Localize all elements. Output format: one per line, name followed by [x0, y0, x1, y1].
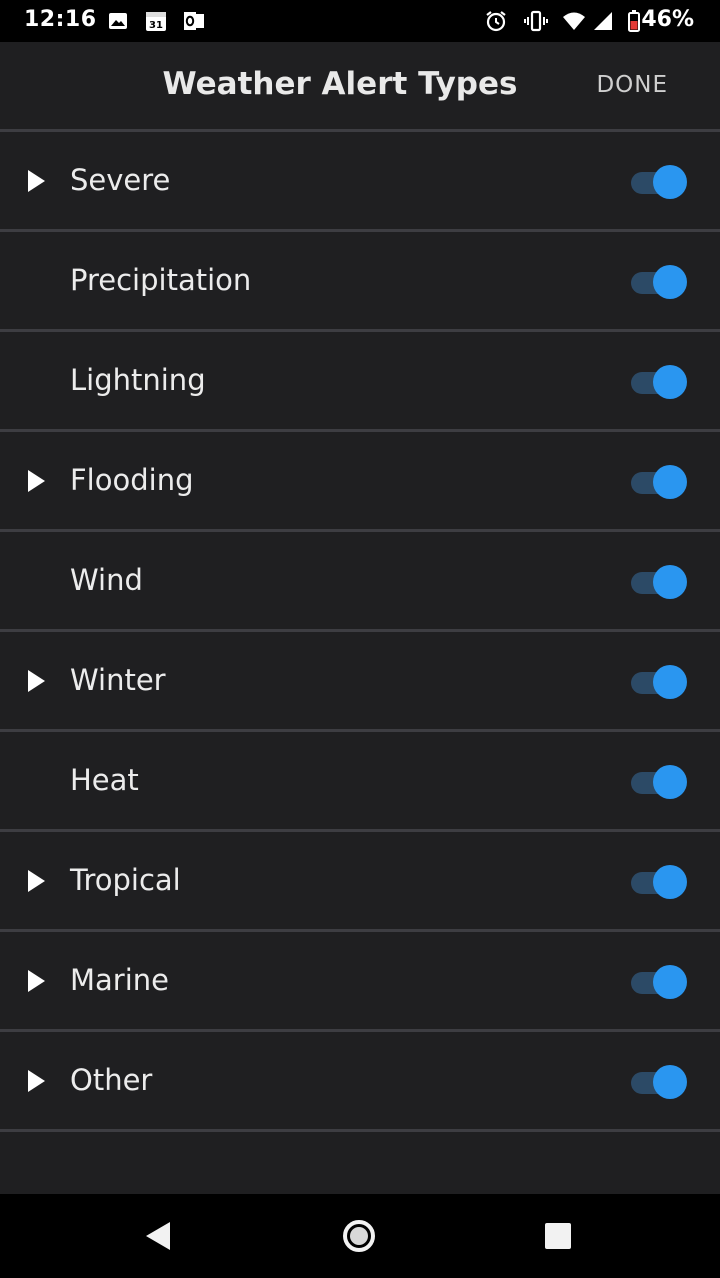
alert-toggle-flooding[interactable] — [631, 465, 687, 501]
toggle-knob — [653, 565, 687, 599]
alert-type-label: Winter — [70, 663, 166, 697]
alert-type-label: Precipitation — [70, 263, 252, 297]
alert-type-row-lightning[interactable]: Lightning — [0, 329, 720, 429]
alert-type-row-flooding[interactable]: Flooding — [0, 429, 720, 529]
alert-type-label: Heat — [70, 763, 139, 797]
alert-type-row-tropical[interactable]: Tropical — [0, 829, 720, 929]
toggle-knob — [653, 365, 687, 399]
recents-icon — [545, 1223, 571, 1249]
home-button[interactable] — [335, 1212, 383, 1260]
toggle-knob — [653, 765, 687, 799]
toggle-knob — [653, 165, 687, 199]
alert-type-row-heat[interactable]: Heat — [0, 729, 720, 829]
alert-type-row-precipitation[interactable]: Precipitation — [0, 229, 720, 329]
toggle-knob — [653, 265, 687, 299]
alert-type-label: Other — [70, 1063, 153, 1097]
expand-arrow-icon[interactable] — [28, 170, 45, 192]
toggle-knob — [653, 465, 687, 499]
alert-type-row-marine[interactable]: Marine — [0, 929, 720, 1029]
alarm-icon — [484, 9, 508, 33]
alert-type-label: Marine — [70, 963, 169, 997]
expand-arrow-icon[interactable] — [28, 670, 45, 692]
done-button[interactable]: DONE — [596, 72, 668, 98]
expand-arrow-icon[interactable] — [28, 1070, 45, 1092]
alert-toggle-wind[interactable] — [631, 565, 687, 601]
page-title: Weather Alert Types — [162, 66, 518, 102]
alert-toggle-marine[interactable] — [631, 965, 687, 1001]
toggle-knob — [653, 665, 687, 699]
toggle-knob — [653, 1065, 687, 1099]
wifi-icon — [562, 9, 586, 33]
alert-toggle-lightning[interactable] — [631, 365, 687, 401]
expand-arrow-icon[interactable] — [28, 970, 45, 992]
alert-type-label: Flooding — [70, 463, 194, 497]
calendar-icon: 31 — [144, 9, 168, 33]
home-icon — [343, 1220, 375, 1252]
vibrate-icon — [524, 9, 548, 33]
alert-type-label: Lightning — [70, 363, 206, 397]
alert-toggle-other[interactable] — [631, 1065, 687, 1101]
back-icon — [146, 1222, 170, 1250]
status-bar: 12:16 31 46% — [0, 0, 720, 42]
expand-arrow-icon[interactable] — [28, 870, 45, 892]
alert-type-row-severe[interactable]: Severe — [0, 129, 720, 229]
battery-percent: 46% — [641, 7, 694, 32]
navigation-bar — [0, 1194, 720, 1278]
header: Weather Alert Types DONE — [0, 42, 720, 129]
status-time: 12:16 — [24, 7, 97, 32]
alert-toggle-tropical[interactable] — [631, 865, 687, 901]
alert-type-row-other[interactable]: Other — [0, 1029, 720, 1132]
expand-arrow-icon[interactable] — [28, 470, 45, 492]
alert-type-label: Wind — [70, 563, 143, 597]
alert-type-label: Severe — [70, 163, 171, 197]
toggle-knob — [653, 865, 687, 899]
alert-toggle-winter[interactable] — [631, 665, 687, 701]
image-notification-icon — [106, 9, 130, 33]
outlook-icon — [182, 9, 206, 33]
toggle-knob — [653, 965, 687, 999]
alert-type-label: Tropical — [70, 863, 181, 897]
alert-toggle-precipitation[interactable] — [631, 265, 687, 301]
alert-toggle-severe[interactable] — [631, 165, 687, 201]
recents-button[interactable] — [534, 1212, 582, 1260]
back-button[interactable] — [134, 1212, 182, 1260]
alert-type-list: Severe Precipitation Lightning Flooding Wind… — [0, 129, 720, 1132]
screen: 12:16 31 46% Weather Alert Types DONE Se… — [0, 0, 720, 1278]
alert-toggle-heat[interactable] — [631, 765, 687, 801]
alert-type-row-wind[interactable]: Wind — [0, 529, 720, 629]
alert-type-row-winter[interactable]: Winter — [0, 629, 720, 729]
signal-icon — [590, 9, 614, 33]
calendar-day: 31 — [149, 20, 163, 31]
